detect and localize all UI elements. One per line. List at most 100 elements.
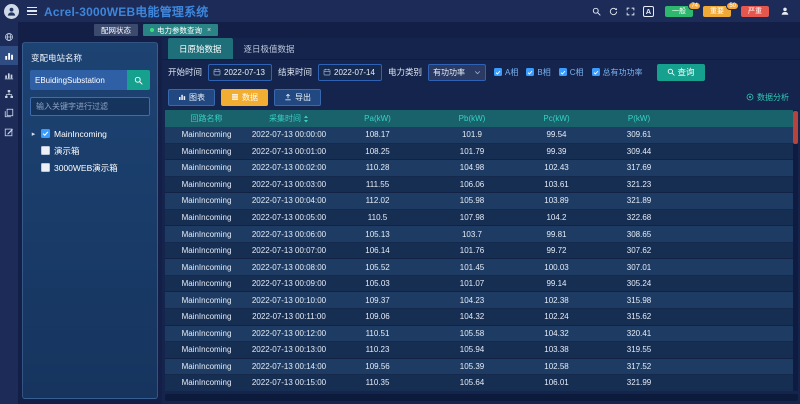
table-row[interactable]: MainIncoming2022-07-13 00:09:00105.03101… <box>165 276 798 293</box>
table-cell: 2022-07-13 00:09:00 <box>248 279 330 288</box>
table-row[interactable]: MainIncoming2022-07-13 00:12:00110.51105… <box>165 326 798 343</box>
tree-item[interactable]: 演示箱 <box>30 142 150 159</box>
export-button-label: 导出 <box>295 92 311 103</box>
column-header[interactable]: Pa(kW) <box>330 114 425 123</box>
table-cell: 105.98 <box>425 196 519 205</box>
tree-checkbox[interactable] <box>41 129 50 138</box>
phase-checkbox[interactable] <box>559 68 567 76</box>
table-cell: 106.06 <box>425 180 519 189</box>
end-time-label: 结束时间 <box>278 66 312 78</box>
column-header-label: Pb(kW) <box>459 114 486 123</box>
table-cell: 308.65 <box>594 230 684 239</box>
fullscreen-icon[interactable] <box>626 7 635 16</box>
table-cell: 2022-07-13 00:03:00 <box>248 180 330 189</box>
column-header[interactable]: 回路名称 <box>165 113 248 124</box>
column-header[interactable]: Pb(kW) <box>425 114 519 123</box>
table-row[interactable]: MainIncoming2022-07-13 00:07:00106.14101… <box>165 243 798 260</box>
table-cell: 105.64 <box>425 378 519 387</box>
window-tab[interactable]: 配网状态 <box>94 24 138 36</box>
table-cell: 100.03 <box>519 263 594 272</box>
data-view-button[interactable]: 数据 <box>221 89 268 106</box>
phase-label: C相 <box>570 67 584 78</box>
table-cell: 103.7 <box>425 230 519 239</box>
column-header[interactable]: 采集时间 <box>248 113 330 124</box>
tree-filter-input[interactable] <box>30 97 150 116</box>
table-row[interactable]: MainIncoming2022-07-13 00:14:00109.56105… <box>165 359 798 376</box>
close-icon[interactable]: × <box>207 27 211 34</box>
column-chart-icon[interactable] <box>0 65 18 84</box>
compass-icon[interactable] <box>0 27 18 46</box>
table-row[interactable]: MainIncoming2022-07-13 00:11:00109.06104… <box>165 309 798 326</box>
content-tab[interactable]: 日原始数据 <box>168 38 233 59</box>
data-analysis-link[interactable]: 数据分析 <box>746 92 794 103</box>
search-icon <box>667 68 675 76</box>
sort-icon[interactable] <box>303 115 309 123</box>
bar-chart-icon[interactable] <box>0 46 18 65</box>
phase-checkbox[interactable] <box>592 68 600 76</box>
edit-icon[interactable] <box>0 122 18 141</box>
column-header[interactable]: P(kW) <box>594 114 684 123</box>
table-row[interactable]: MainIncoming2022-07-13 00:02:00110.28104… <box>165 160 798 177</box>
phase-checkbox-item[interactable]: B相 <box>526 67 550 78</box>
export-button[interactable]: 导出 <box>274 89 321 106</box>
vertical-scrollbar[interactable] <box>793 110 798 391</box>
station-select[interactable]: EBuidingSubstation <box>30 70 127 90</box>
table-row[interactable]: MainIncoming2022-07-13 00:15:00110.35105… <box>165 375 798 391</box>
table-cell: 319.55 <box>594 345 684 354</box>
phase-checkbox[interactable] <box>494 68 502 76</box>
phase-checkbox-item[interactable]: 总有功功率 <box>592 67 643 78</box>
table-cell: 110.23 <box>330 345 425 354</box>
table-cell: 110.51 <box>330 329 425 338</box>
table-cell: 101.9 <box>425 130 519 139</box>
table-cell: 111.55 <box>330 180 425 189</box>
alarm-level-button[interactable]: 严重 <box>741 6 769 17</box>
alarm-level-button[interactable]: 重要50 <box>703 6 731 17</box>
table-row[interactable]: MainIncoming2022-07-13 00:10:00109.37104… <box>165 292 798 309</box>
table-row[interactable]: MainIncoming2022-07-13 00:05:00110.5107.… <box>165 210 798 227</box>
alarm-level-button[interactable]: 一般74 <box>665 6 693 17</box>
expand-arrow-icon[interactable]: ▸ <box>30 130 37 138</box>
phase-checkbox-item[interactable]: A相 <box>494 67 518 78</box>
column-header[interactable]: Pc(kW) <box>519 114 594 123</box>
user-avatar[interactable] <box>4 4 19 19</box>
table-cell: 102.24 <box>519 312 594 321</box>
tree-item[interactable]: 3000WEB演示箱 <box>30 159 150 176</box>
table-row[interactable]: MainIncoming2022-07-13 00:01:00108.25101… <box>165 144 798 161</box>
table-row[interactable]: MainIncoming2022-07-13 00:06:00105.13103… <box>165 226 798 243</box>
tree-checkbox[interactable] <box>41 163 50 172</box>
window-tab-label: 电力参数查询 <box>157 25 202 36</box>
refresh-icon[interactable] <box>609 7 618 16</box>
alarm-level-label: 重要 <box>710 6 724 16</box>
scrollbar-thumb[interactable] <box>793 111 798 144</box>
start-date-input[interactable]: 2022-07-13 <box>208 64 272 81</box>
phase-checkbox-item[interactable]: C相 <box>559 67 584 78</box>
table-row[interactable]: MainIncoming2022-07-13 00:04:00112.02105… <box>165 193 798 210</box>
window-tab[interactable]: 电力参数查询 × <box>143 24 218 36</box>
topology-icon[interactable] <box>0 84 18 103</box>
query-filter-bar: 开始时间 2022-07-13 结束时间 2022-07-14 电力类别 有功功… <box>162 60 800 84</box>
user-icon[interactable] <box>780 6 790 16</box>
end-date-input[interactable]: 2022-07-14 <box>318 64 382 81</box>
language-icon[interactable]: A <box>643 6 654 17</box>
table-cell: 2022-07-13 00:08:00 <box>248 263 330 272</box>
chart-view-button[interactable]: 图表 <box>168 89 215 106</box>
station-search-button[interactable] <box>127 70 150 90</box>
phase-checkbox[interactable] <box>526 68 534 76</box>
table-row[interactable]: MainIncoming2022-07-13 00:03:00111.55106… <box>165 177 798 194</box>
report-icon[interactable] <box>0 103 18 122</box>
tree-item[interactable]: ▸MainIncoming <box>30 125 150 142</box>
table-row[interactable]: MainIncoming2022-07-13 00:08:00105.52101… <box>165 259 798 276</box>
query-button[interactable]: 查询 <box>657 64 705 81</box>
table-cell: MainIncoming <box>165 196 248 205</box>
table-cell: 110.5 <box>330 213 425 222</box>
menu-toggle-icon[interactable] <box>27 7 37 16</box>
phase-label: A相 <box>505 67 518 78</box>
table-row[interactable]: MainIncoming2022-07-13 00:00:00108.17101… <box>165 127 798 144</box>
horizontal-scrollbar[interactable] <box>165 394 798 401</box>
tree-checkbox[interactable] <box>41 146 50 155</box>
search-icon[interactable] <box>592 7 601 16</box>
table-row[interactable]: MainIncoming2022-07-13 00:13:00110.23105… <box>165 342 798 359</box>
power-category-select[interactable]: 有功功率 <box>428 64 486 81</box>
phase-checkbox-group: A相 B相 C相总有功功率 <box>494 67 642 78</box>
content-tab[interactable]: 逐日极值数据 <box>233 38 306 59</box>
